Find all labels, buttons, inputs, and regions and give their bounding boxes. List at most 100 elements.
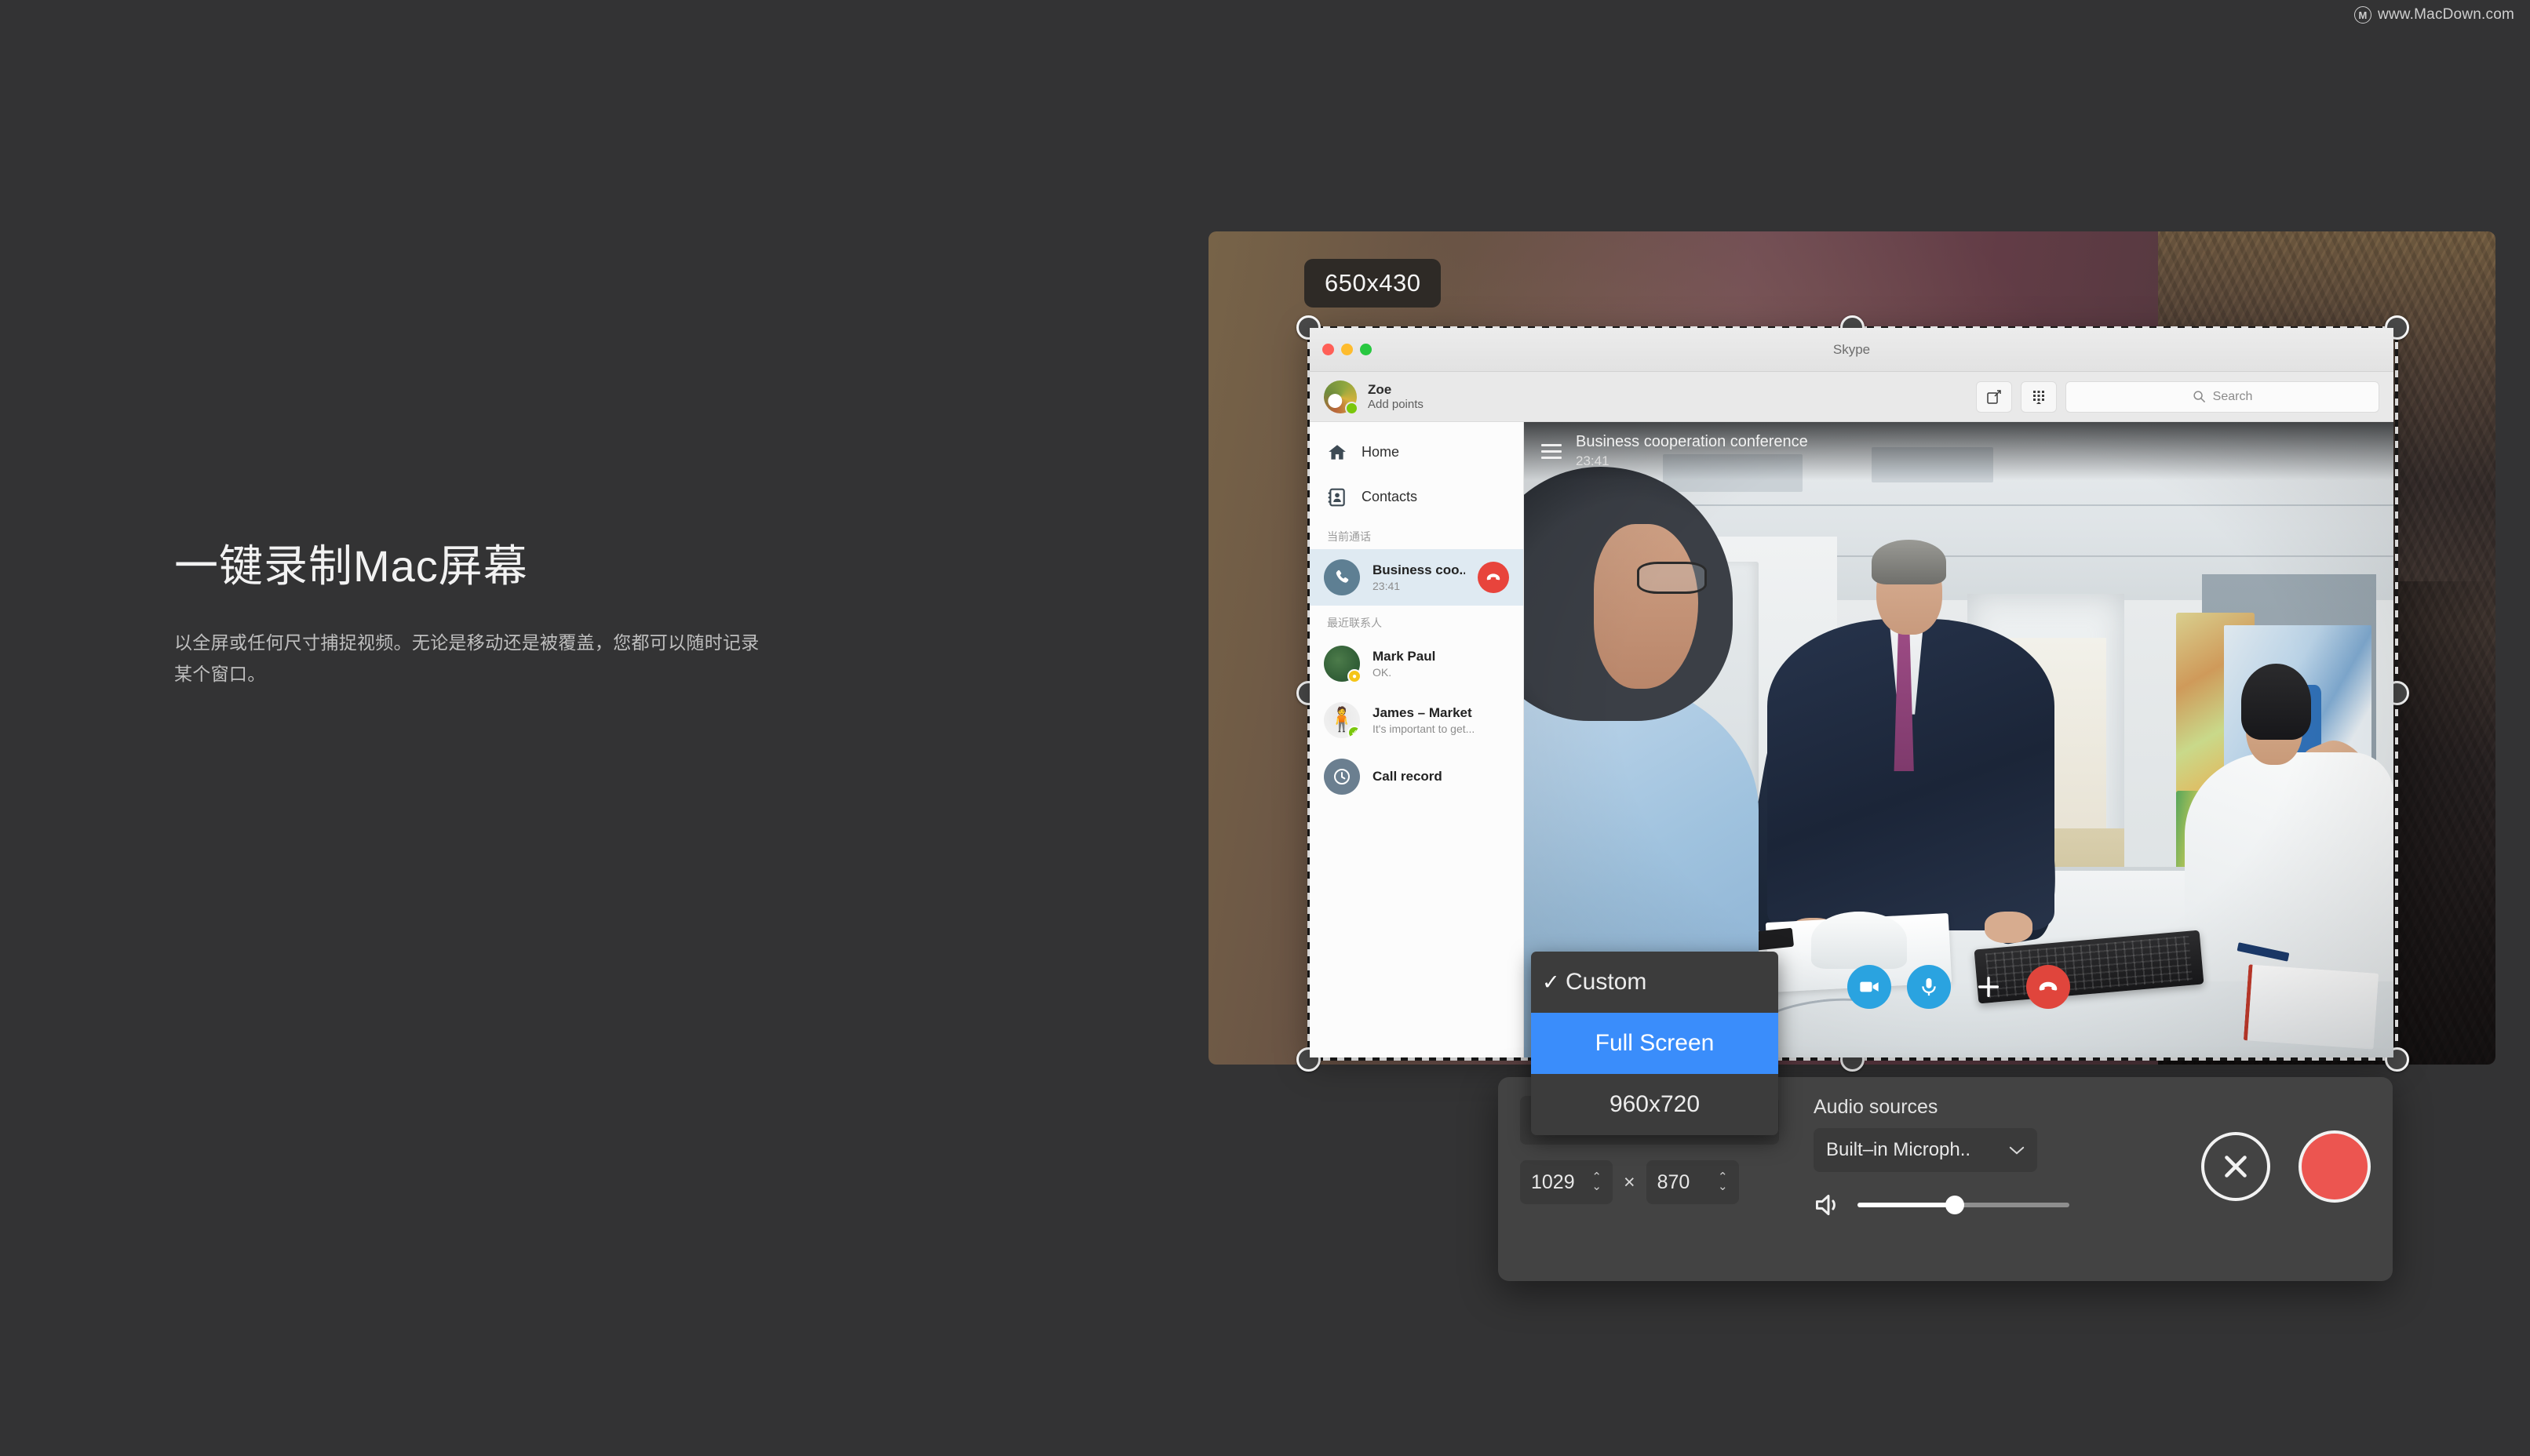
add-person-button[interactable] [1967,965,2011,1009]
call-record-label: Call record [1373,768,1442,784]
menu-icon[interactable] [1541,443,1562,459]
add-person-icon [1978,976,2000,998]
seated-man-shirt [2185,752,2393,981]
macdown-logo-icon: M [2353,6,2371,24]
conversation-item-mark-paul[interactable]: ● Mark Paul OK. [1310,635,1523,692]
presence-away-icon: ● [1347,669,1362,683]
video-camera-icon [1860,981,1879,992]
watermark-text: www.MacDown.com [2377,6,2514,23]
contact-name: Mark Paul [1373,648,1436,664]
contact-preview: OK. [1373,665,1392,679]
volume-slider-fill [1857,1203,1956,1207]
profile-name: Zoe [1368,381,1392,397]
standing-man-hair [1872,539,1947,584]
hang-up-button[interactable] [2026,965,2070,1009]
menu-item-label: 960x720 [1609,1091,1701,1117]
search-icon [2193,391,2205,403]
call-meta: Business cooperation conference 23:41 [1576,431,1808,471]
sidebar-item-home[interactable]: Home [1310,430,1523,475]
contacts-icon [1328,488,1345,506]
menu-item-label: Full Screen [1595,1030,1715,1056]
search-placeholder-text: Search [2212,389,2253,403]
new-conversation-button[interactable] [1976,380,2012,413]
toggle-microphone-button[interactable] [1907,965,1951,1009]
end-call-button[interactable] [1478,562,1509,593]
header-actions: Search [1976,380,2379,413]
avatar-james-market: 🧍 ✓ [1324,702,1360,738]
dimension-separator: × [1624,1170,1635,1193]
dimension-inputs: 1029 ⌃ ⌄ × 870 ⌃ ⌄ [1520,1160,1779,1204]
menu-item-960x720[interactable]: 960x720 [1531,1074,1778,1135]
section-header-current-call: 当前通话 [1327,530,1371,543]
menu-item-full-screen[interactable]: Full Screen [1531,1013,1778,1074]
standing-man-hand-right [1985,911,2033,944]
dialpad-button[interactable] [2021,380,2057,413]
end-call-icon [2039,981,2058,991]
contact-preview: It's important to get... [1373,722,1475,735]
conversation-text: James – Market It's important to get... [1373,704,1509,736]
sidebar-label-contacts: Contacts [1362,489,1418,504]
avatar[interactable] [1324,380,1358,415]
height-stepper[interactable]: 870 ⌃ ⌄ [1646,1160,1739,1204]
section-header-recent-contacts: 最近联系人 [1327,617,1382,629]
audio-source-value: Built–in Microph.. [1826,1139,1971,1160]
home-icon [1329,444,1346,460]
window-titlebar: Skype [1310,328,2393,372]
toggle-video-button[interactable] [1847,965,1891,1009]
volume-slider[interactable] [1857,1196,2069,1214]
presence-online-icon [1345,401,1358,415]
call-controls [1847,965,2070,1009]
sidebar-item-contacts[interactable]: Contacts [1310,475,1523,519]
close-icon [2225,1156,2247,1178]
conversation-time: 23:41 [1373,579,1401,592]
check-icon: ✓ [1542,970,1560,994]
compose-icon [1987,389,2001,404]
width-value: 1029 [1531,1170,1575,1193]
sidebar-label-home: Home [1362,444,1400,460]
preset-dropdown-menu[interactable]: ✓ Custom Full Screen 960x720 [1531,952,1778,1135]
avatar-mark-paul: ● [1324,646,1362,683]
speaker-icon[interactable] [1814,1192,1843,1218]
foreground-man-glasses [1637,562,1707,594]
skype-sidebar: Home Contacts 当前通话 Business coo.. 23:41 … [1310,422,1524,1057]
cancel-button[interactable] [2201,1132,2270,1201]
conversation-item-james-market[interactable]: 🧍 ✓ James – Market It's important to get… [1310,692,1523,748]
page-title: 一键录制Mac屏幕 [174,541,528,591]
seated-man-hair [2241,663,2311,740]
skype-header: Zoe Add points Search [1310,372,2393,422]
recorder-audio-section: Audio sources Built–in Microph.. [1814,1096,2088,1218]
stepper-arrows-icon[interactable]: ⌃ ⌄ [1718,1171,1728,1192]
conversation-item-current-call[interactable]: Business coo.. 23:41 [1310,549,1523,606]
volume-slider-knob[interactable] [1945,1196,1965,1214]
conversation-title: Business coo.. [1373,562,1465,577]
phone-icon [1336,570,1348,583]
minimize-window-icon[interactable] [1341,344,1353,355]
page-subtitle: 以全屏或任何尺寸捕捉视频。无论是移动还是被覆盖，您都可以随时记录某个窗口。 [174,632,760,684]
search-input[interactable]: Search [2065,380,2379,413]
audio-source-select[interactable]: Built–in Microph.. [1814,1128,2037,1172]
profile-block[interactable]: Zoe Add points [1368,381,1424,413]
marketing-copy: 一键录制Mac屏幕 以全屏或任何尺寸捕捉视频。无论是移动还是被覆盖，您都可以随时… [174,541,794,690]
menu-item-label: Custom [1566,969,1647,995]
width-stepper[interactable]: 1029 ⌃ ⌄ [1520,1160,1613,1204]
menu-item-custom[interactable]: ✓ Custom [1531,952,1778,1013]
traffic-lights[interactable] [1322,344,1372,355]
conversation-text: Call record [1373,768,1509,785]
clock-icon [1334,769,1350,784]
record-button[interactable] [2299,1130,2371,1203]
close-window-icon[interactable] [1322,344,1334,355]
dialpad-icon [2033,390,2044,404]
zoom-window-icon[interactable] [1360,344,1372,355]
skype-window: Skype Zoe Add points Search Home Contact… [1310,328,2393,1057]
audio-sources-label: Audio sources [1814,1096,1938,1118]
end-call-icon [1486,573,1500,581]
microphone-icon [1922,977,1936,996]
video-call-header: Business cooperation conference 23:41 [1524,422,2393,480]
sidebar-item-call-record[interactable]: Call record [1310,748,1523,805]
table-notebook [2243,963,2379,1050]
stepper-arrows-icon[interactable]: ⌃ ⌄ [1591,1171,1602,1192]
window-title: Skype [1832,341,1871,357]
conversation-text: Business coo.. 23:41 [1373,562,1465,593]
call-avatar [1324,559,1360,595]
volume-control [1814,1192,2088,1218]
